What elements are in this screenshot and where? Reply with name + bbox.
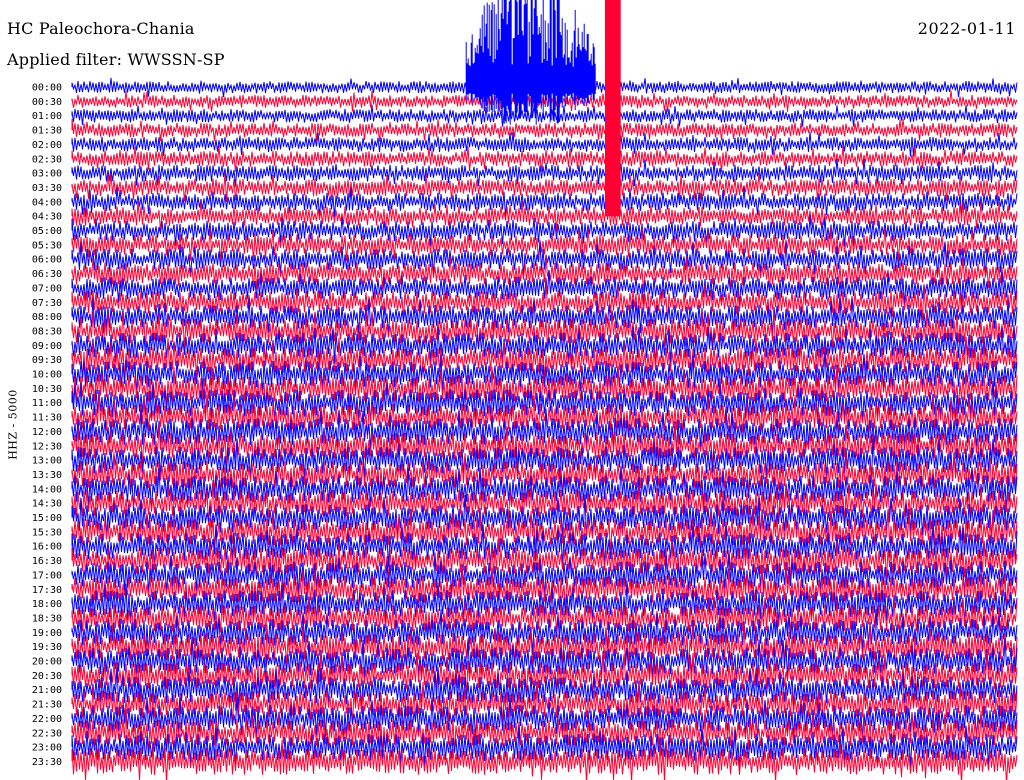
row-time-label: 06:00 (32, 255, 62, 266)
row-time-label: 10:30 (32, 384, 62, 395)
row-time-label: 02:30 (32, 154, 62, 165)
row-time-label: 10:00 (32, 370, 62, 381)
row-time-label: 14:00 (32, 484, 62, 495)
row-time-label: 11:00 (32, 398, 62, 409)
row-time-label: 23:00 (32, 743, 62, 754)
row-time-label: 06:30 (32, 269, 62, 280)
row-time-label: 00:30 (32, 97, 62, 108)
row-time-label: 01:00 (32, 111, 62, 122)
row-time-label: 05:00 (32, 226, 62, 237)
row-time-label: 02:00 (32, 140, 62, 151)
row-time-label: 01:30 (32, 126, 62, 137)
event-burst (465, 0, 596, 125)
row-time-label: 05:30 (32, 240, 62, 251)
row-time-label: 19:00 (32, 628, 62, 639)
row-time-label: 12:30 (32, 441, 62, 452)
row-time-label: 04:00 (32, 197, 62, 208)
row-time-label: 21:00 (32, 685, 62, 696)
row-time-label: 07:30 (32, 298, 62, 309)
row-label-layer: 00:00 00:30 01:00 01:30 02:00 02:30 03:00 03:30… (32, 83, 62, 768)
row-time-label: 13:00 (32, 456, 62, 467)
row-time-label: 03:30 (32, 183, 62, 194)
row-time-label: 15:30 (32, 527, 62, 538)
trace-line (71, 118, 1018, 142)
row-time-label: 20:00 (32, 657, 62, 668)
trace-line (71, 104, 1018, 127)
row-time-label: 12:00 (32, 427, 62, 438)
row-time-label: 09:30 (32, 355, 62, 366)
row-time-label: 15:00 (32, 513, 62, 524)
row-time-label: 08:00 (32, 312, 62, 323)
trace-layer (71, 0, 1018, 780)
row-time-label: 03:00 (32, 169, 62, 180)
row-time-label: 07:00 (32, 283, 62, 294)
row-time-label: 20:30 (32, 671, 62, 682)
row-time-label: 00:00 (32, 83, 62, 94)
row-time-label: 21:30 (32, 700, 62, 711)
row-time-label: 18:30 (32, 613, 62, 624)
row-time-label: 08:30 (32, 326, 62, 337)
event-spike (604, 0, 621, 217)
row-time-label: 13:30 (32, 470, 62, 481)
row-time-label: 22:00 (32, 714, 62, 725)
row-time-label: 23:30 (32, 757, 62, 768)
row-time-label: 16:30 (32, 556, 62, 567)
row-time-label: 16:00 (32, 542, 62, 553)
row-time-label: 19:30 (32, 642, 62, 653)
row-time-label: 17:00 (32, 570, 62, 581)
helicorder-chart: 00:00 00:30 01:00 01:30 02:00 02:30 03:00 03:30… (32, 0, 1018, 780)
row-time-label: 18:00 (32, 599, 62, 610)
row-time-label: 17:30 (32, 585, 62, 596)
row-time-label: 22:30 (32, 728, 62, 739)
row-time-label: 11:30 (32, 413, 62, 424)
row-time-label: 09:00 (32, 341, 62, 352)
row-time-label: 04:30 (32, 212, 62, 223)
row-time-label: 14:30 (32, 499, 62, 510)
